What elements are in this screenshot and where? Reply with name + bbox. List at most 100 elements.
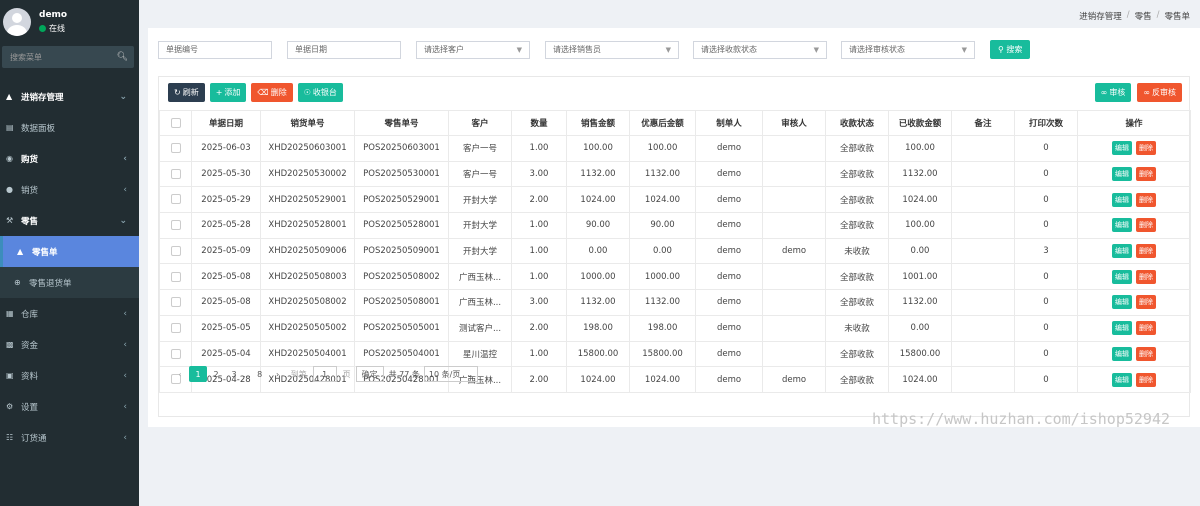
sidebar-item-settings[interactable]: ⚙ 设置 ‹ xyxy=(0,391,139,422)
delete-row-button[interactable]: 删除 xyxy=(1136,192,1156,207)
edit-button[interactable]: 编辑 xyxy=(1112,295,1132,310)
row-checkbox[interactable] xyxy=(170,322,181,333)
table-row[interactable]: 2025-05-04 XHD20250504001 POS20250504001 星川… xyxy=(159,340,1191,368)
sidebar-item-data[interactable]: ▣ 资料 ‹ xyxy=(0,360,139,391)
delete-row-button[interactable]: 删除 xyxy=(1136,295,1156,310)
cashier-button[interactable]: ☉ 收银台 xyxy=(297,83,343,102)
goto-confirm-button[interactable]: 确定 xyxy=(355,366,384,382)
doc-date-input[interactable]: 单据日期 xyxy=(287,40,401,59)
row-checkbox[interactable] xyxy=(170,143,181,154)
unaudit-button[interactable]: ∞ 反审核 xyxy=(1137,83,1182,102)
row-checkbox[interactable] xyxy=(170,245,181,256)
add-button[interactable]: + 添加 xyxy=(209,83,247,102)
edit-button[interactable]: 编辑 xyxy=(1112,141,1132,156)
table-row[interactable]: 2025-05-30 XHD20250530002 POS20250530001 客户… xyxy=(159,160,1191,188)
row-checkbox[interactable] xyxy=(170,271,181,282)
sidebar-item-warehouse[interactable]: ▦ 仓库 ‹ xyxy=(0,298,139,329)
sidebar-item-label: 进销存管理 xyxy=(21,92,64,103)
column-header[interactable]: 销售金额 xyxy=(566,110,630,136)
edit-button[interactable]: 编辑 xyxy=(1112,167,1132,182)
edit-button[interactable]: 编辑 xyxy=(1112,244,1132,259)
date-cell: 2025-05-30 xyxy=(191,160,261,188)
delete-row-button[interactable]: 删除 xyxy=(1136,244,1156,259)
column-header[interactable]: 审核人 xyxy=(762,110,826,136)
creator-cell: demo xyxy=(695,160,763,188)
column-header[interactable]: 打印次数 xyxy=(1014,110,1078,136)
row-checkbox[interactable] xyxy=(170,194,181,205)
delete-row-button[interactable]: 删除 xyxy=(1136,218,1156,233)
row-checkbox[interactable] xyxy=(170,348,181,359)
delete-row-button[interactable]: 删除 xyxy=(1136,346,1156,361)
menu-search-input[interactable]: 搜索菜单 🔍︎ xyxy=(2,46,134,68)
customer-select[interactable]: 请选择客户 ▼ xyxy=(416,40,530,59)
table-row[interactable]: 2025-05-05 XHD20250505002 POS20250505001 测试… xyxy=(159,314,1191,342)
sidebar-item-retail-return[interactable]: ⊕ 零售退货单 xyxy=(0,267,139,298)
sidebar-item-funds[interactable]: ▩ 资金 ‹ xyxy=(0,329,139,360)
sidebar-item-purchase[interactable]: ◉ 购货 ‹ xyxy=(0,143,139,174)
auditor-cell: demo xyxy=(762,237,826,265)
edit-button[interactable]: 编辑 xyxy=(1112,372,1132,387)
page-button-current[interactable]: 1 xyxy=(189,366,207,382)
row-checkbox[interactable] xyxy=(170,220,181,231)
sidebar-item-sales[interactable]: ● 销货 ‹ xyxy=(0,174,139,205)
delete-row-button[interactable]: 删除 xyxy=(1136,372,1156,387)
delete-row-button[interactable]: 删除 xyxy=(1136,141,1156,156)
table-row[interactable]: 2025-05-08 XHD20250508002 POS20250508001 广西… xyxy=(159,289,1191,316)
column-header[interactable]: 备注 xyxy=(951,110,1015,136)
audit-status-select[interactable]: 请选择审核状态 ▼ xyxy=(841,40,975,59)
search-icon[interactable]: 🔍︎ xyxy=(117,52,128,62)
column-header[interactable]: 优惠后金额 xyxy=(629,110,696,136)
sidebar-item-dashboard[interactable]: ▤ 数据面板 xyxy=(0,112,139,143)
column-header[interactable]: 单据日期 xyxy=(191,110,261,136)
area-chart-icon: ▲ xyxy=(17,247,24,256)
delete-button[interactable]: ⌫ 删除 xyxy=(251,83,293,102)
row-checkbox[interactable] xyxy=(170,168,181,179)
payment-status-cell: 全部收款 xyxy=(825,212,889,239)
edit-button[interactable]: 编辑 xyxy=(1112,346,1132,361)
sidebar-item-retail-order[interactable]: ▲ 零售单 xyxy=(0,236,139,267)
table-panel: ↻ 刷新 + 添加 ⌫ 删除 ☉ 收银台 ∞ 审核 ∞ 反审核 单据日期 销货单… xyxy=(158,76,1191,417)
search-button[interactable]: ⚲ 搜索 xyxy=(990,40,1031,59)
column-header[interactable]: 数量 xyxy=(511,110,567,136)
column-header[interactable]: 制单人 xyxy=(695,110,763,136)
breadcrumb-item[interactable]: 进销存管理 xyxy=(1079,10,1122,22)
edit-button[interactable]: 编辑 xyxy=(1112,269,1132,284)
sidebar-item-order-link[interactable]: ☷ 订货通 ‹ xyxy=(0,422,139,453)
breadcrumb-item[interactable]: 零售 xyxy=(1135,10,1152,22)
wrench-icon: ⚒ xyxy=(6,216,14,225)
goto-page-input[interactable]: 1 xyxy=(312,366,337,382)
sidebar-item-inventory-management[interactable]: ▲ 进销存管理 ⌄ xyxy=(0,81,139,112)
delete-row-button[interactable]: 删除 xyxy=(1136,167,1156,182)
next-page-button[interactable]: › xyxy=(269,366,287,382)
edit-button[interactable]: 编辑 xyxy=(1112,218,1132,233)
sidebar-item-retail[interactable]: ⚒ 零售 ⌄ xyxy=(0,205,139,236)
delete-row-button[interactable]: 删除 xyxy=(1136,321,1156,336)
audit-button[interactable]: ∞ 审核 xyxy=(1094,83,1132,102)
row-checkbox[interactable] xyxy=(170,297,181,308)
page-button-last[interactable]: 8 xyxy=(251,366,269,382)
page-size-select[interactable]: 10 条/页 ⌄ xyxy=(423,366,479,382)
select-all-checkbox[interactable] xyxy=(170,117,181,128)
table-row[interactable]: 2025-05-08 XHD20250508003 POS20250508002 广西… xyxy=(159,263,1191,291)
table-row[interactable]: 2025-05-09 XHD20250509006 POS20250509001 开封… xyxy=(159,237,1191,265)
page-button[interactable]: 2 xyxy=(207,366,225,382)
payment-status-select[interactable]: 请选择收款状态 ▼ xyxy=(693,40,827,59)
table-row[interactable]: 2025-06-03 XHD20250603001 POS20250603001 客户… xyxy=(159,135,1191,162)
refresh-button[interactable]: ↻ 刷新 xyxy=(168,83,205,102)
edit-button[interactable]: 编辑 xyxy=(1112,192,1132,207)
column-header[interactable]: 零售单号 xyxy=(354,110,449,136)
prev-page-button[interactable]: ‹ xyxy=(171,366,189,382)
salesperson-select[interactable]: 请选择销售员 ▼ xyxy=(545,40,679,59)
column-header[interactable]: 客户 xyxy=(448,110,512,136)
page-button[interactable]: 3 xyxy=(225,366,243,382)
table-row[interactable]: 2025-05-28 XHD20250528001 POS20250528001 开封… xyxy=(159,212,1191,239)
toolbar: ↻ 刷新 + 添加 ⌫ 删除 ☉ 收银台 xyxy=(168,83,343,102)
edit-button[interactable]: 编辑 xyxy=(1112,321,1132,336)
doc-no-input[interactable]: 单据编号 xyxy=(158,40,272,59)
column-header[interactable]: 已收款金额 xyxy=(888,110,952,136)
table-row[interactable]: 2025-05-29 XHD20250529001 POS20250529001 开封… xyxy=(159,186,1191,214)
row-select-cell xyxy=(159,237,192,265)
column-header[interactable]: 收款状态 xyxy=(825,110,889,136)
delete-row-button[interactable]: 删除 xyxy=(1136,269,1156,284)
column-header[interactable]: 销货单号 xyxy=(260,110,355,136)
